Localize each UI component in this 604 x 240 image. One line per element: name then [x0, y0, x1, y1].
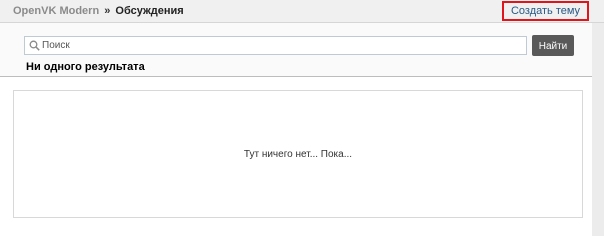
page-header: OpenVK Modern » Обсуждения Создать тему: [0, 0, 604, 23]
search-icon: [29, 40, 40, 51]
create-topic-button[interactable]: Создать тему: [502, 1, 589, 21]
search-area: Найти Ни одного результата: [0, 23, 592, 77]
right-side-strip: [592, 23, 604, 236]
search-box[interactable]: [24, 36, 527, 55]
empty-message: Тут ничего нет... Пока...: [243, 149, 353, 160]
breadcrumb-current: Обсуждения: [115, 5, 184, 17]
breadcrumb-root-link[interactable]: OpenVK Modern: [13, 5, 99, 17]
results-count: Ни одного результата: [26, 61, 145, 73]
search-button[interactable]: Найти: [532, 35, 574, 56]
search-input[interactable]: [42, 38, 522, 53]
breadcrumb-separator: »: [104, 5, 111, 17]
breadcrumb: OpenVK Modern » Обсуждения: [13, 5, 184, 18]
discussions-panel: Тут ничего нет... Пока...: [13, 90, 583, 218]
